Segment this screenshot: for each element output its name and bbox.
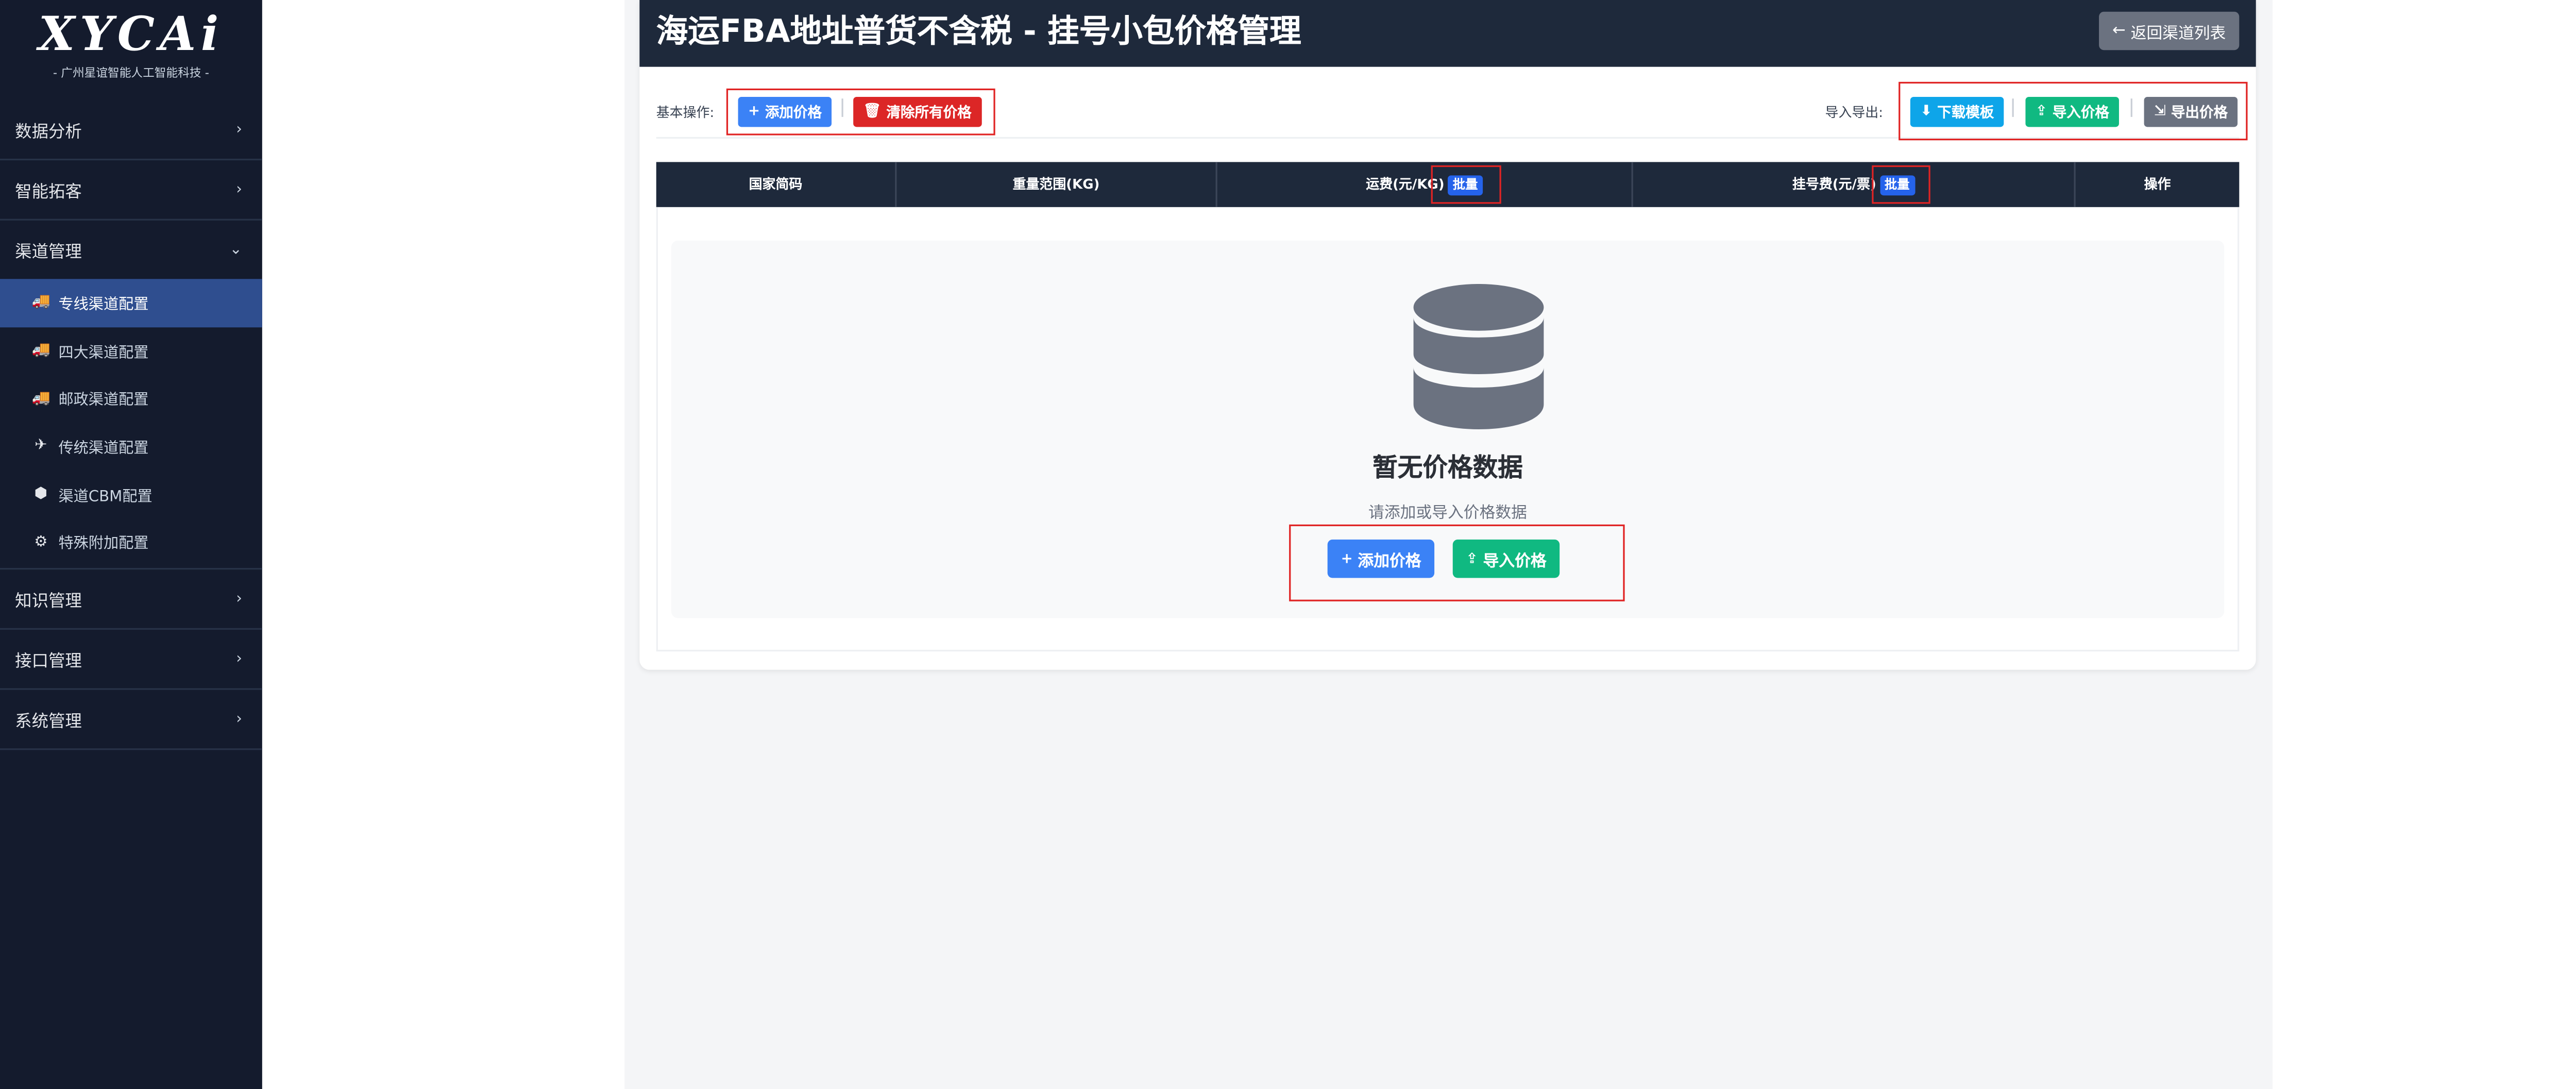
sidebar-subitem-big-four-channel[interactable]: 🚚 四大渠道配置 [0,327,262,375]
chevron-right-icon: › [236,650,242,668]
page-title: 海运FBA地址普货不含税 - 挂号小包价格管理 [656,13,1301,51]
sidebar: XYCAi - 广州星谊智能人工智能科技 - 数据分析 › 智能拓客 › 渠道管… [0,0,262,1089]
database-icon [1413,283,1544,429]
back-to-channel-list-button[interactable]: ← 返回渠道列表 [2099,11,2240,51]
sidebar-subitem-postal-channel[interactable]: 🚚 邮政渠道配置 [0,375,262,423]
column-registration-fee: 挂号费(元/票) 批量 [1633,162,2076,207]
sidebar-item-channel-management[interactable]: 渠道管理 ⌄ [0,221,262,279]
truck-icon: 🚚 [31,390,50,407]
sidebar-item-label: 渠道管理 [15,244,82,262]
chevron-right-icon: › [236,711,242,728]
empty-state-title: 暂无价格数据 [1372,453,1523,483]
sidebar-item-label: 数据分析 [15,123,82,142]
column-registration-fee-label: 挂号费(元/票) [1792,177,1876,192]
back-button-label: 返回渠道列表 [2130,24,2226,43]
basic-operations-label: 基本操作: [656,105,715,121]
sidebar-subitem-channel-cbm[interactable]: ⬢ 渠道CBM配置 [0,471,262,518]
highlight-empty-actions [1289,524,1625,601]
panel-header: 海运FBA地址普货不含税 - 挂号小包价格管理 ← 返回渠道列表 [639,0,2256,67]
sidebar-subitem-label: 四大渠道配置 [58,345,149,362]
logo: XYCAi - 广州星谊智能人工智能科技 - [0,0,262,100]
column-freight: 运费(元/KG) 批量 [1217,162,1633,207]
highlight-basic-ops [726,88,995,136]
sidebar-subitem-label: 渠道CBM配置 [58,489,152,506]
sidebar-group-channel-management: 渠道管理 ⌄ 🚚 专线渠道配置 🚚 四大渠道配置 🚚 邮政渠道配置 ✈ 传统渠道… [0,221,262,570]
sidebar-subitem-label: 传统渠道配置 [58,441,149,458]
highlight-batch-registration [1872,165,1930,204]
plane-icon: ✈ [35,438,47,455]
chevron-right-icon: › [236,121,242,138]
column-country-code: 国家简码 [656,162,897,207]
sidebar-subitem-label: 特殊附加配置 [58,537,149,554]
sidebar-subitem-dedicated-channel[interactable]: 🚚 专线渠道配置 [0,279,262,327]
sidebar-item-label: 智能拓客 [15,183,82,203]
sidebar-item-smart-leads[interactable]: 智能拓客 › [0,160,262,221]
logo-text: XYCAi [38,6,224,62]
column-weight-range: 重量范围(KG) [896,162,1217,207]
column-actions: 操作 [2144,177,2171,192]
chevron-right-icon: › [236,591,242,608]
truck-icon: 🚚 [31,342,50,359]
sidebar-item-knowledge-management[interactable]: 知识管理 › [0,570,262,630]
highlight-import-export [1899,81,2248,141]
sidebar-item-data-analysis[interactable]: 数据分析 › [0,100,262,161]
sidebar-subitem-label: 邮政渠道配置 [58,393,149,410]
sidebar-subitem-special-surcharge[interactable]: ⚙ 特殊附加配置 [0,518,262,566]
import-export-label: 导入导出: [1825,105,1883,121]
truck-icon: 🚚 [31,294,50,311]
chevron-down-icon: ⌄ [229,241,242,258]
cube-icon: ⬢ [34,486,48,503]
sidebar-item-label: 接口管理 [15,653,82,672]
sidebar-subitem-traditional-channel[interactable]: ✈ 传统渠道配置 [0,423,262,471]
empty-state-subtitle: 请添加或导入价格数据 [1368,504,1527,523]
app-window: XYCAi - 广州星谊智能人工智能科技 - 数据分析 › 智能拓客 › 渠道管… [0,0,2576,1089]
arrow-left-icon: ← [2112,22,2126,40]
sidebar-item-label: 知识管理 [15,593,82,612]
highlight-batch-freight [1431,165,1501,204]
sidebar-item-label: 系统管理 [15,713,82,732]
sidebar-item-api-management[interactable]: 接口管理 › [0,630,262,690]
chevron-right-icon: › [236,181,242,198]
logo-subtitle: - 广州星谊智能人工智能科技 - [53,66,209,80]
sidebar-subitem-label: 专线渠道配置 [58,297,149,314]
sidebar-item-system-management[interactable]: 系统管理 › [0,690,262,750]
gear-icon: ⚙ [34,534,48,551]
